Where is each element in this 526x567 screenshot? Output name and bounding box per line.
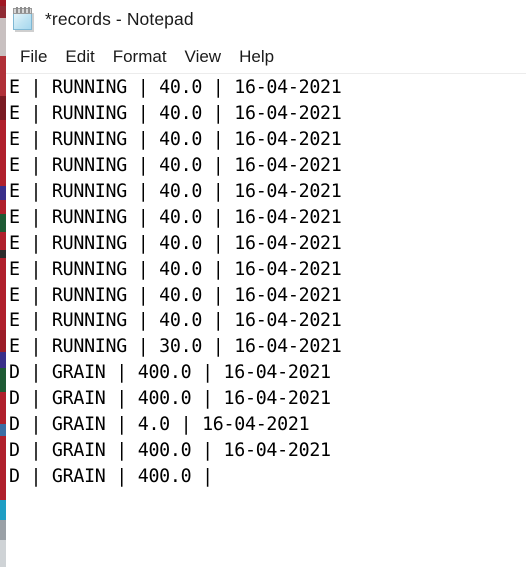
editor-line: E | RUNNING | 30.0 | 16-04-2021 <box>9 336 342 358</box>
editor-line: E | RUNNING | 40.0 | 16-04-2021 <box>9 232 342 254</box>
editor-line: E | RUNNING | 40.0 | 16-04-2021 <box>9 154 342 176</box>
editor-text-content[interactable]: E | RUNNING | 40.0 | 16-04-2021 E | RUNNI… <box>9 75 342 490</box>
editor-line: E | RUNNING | 40.0 | 16-04-2021 <box>9 310 342 332</box>
menu-item-file[interactable]: File <box>11 46 56 68</box>
menu-item-view[interactable]: View <box>176 46 231 68</box>
editor-line: E | RUNNING | 40.0 | 16-04-2021 <box>9 258 342 280</box>
editor-line: D | GRAIN | 400.0 | <box>9 466 213 488</box>
menu-item-edit[interactable]: Edit <box>56 46 103 68</box>
notepad-window: *records - Notepad File Edit Format View… <box>6 0 526 567</box>
editor-line: E | RUNNING | 40.0 | 16-04-2021 <box>9 102 342 124</box>
editor-line: D | GRAIN | 400.0 | 16-04-2021 <box>9 362 331 384</box>
text-editor-area[interactable]: E | RUNNING | 40.0 | 16-04-2021 E | RUNNI… <box>6 74 526 567</box>
menu-item-help[interactable]: Help <box>230 46 283 68</box>
editor-line: E | RUNNING | 40.0 | 16-04-2021 <box>9 180 342 202</box>
notepad-icon <box>12 7 36 33</box>
menu-bar: File Edit Format View Help <box>6 40 526 73</box>
editor-line: E | RUNNING | 40.0 | 16-04-2021 <box>9 128 342 150</box>
editor-line: D | GRAIN | 400.0 | 16-04-2021 <box>9 388 331 410</box>
editor-line: E | RUNNING | 40.0 | 16-04-2021 <box>9 206 342 228</box>
editor-line: E | RUNNING | 40.0 | 16-04-2021 <box>9 284 342 306</box>
window-title: *records - Notepad <box>45 9 194 30</box>
menu-item-format[interactable]: Format <box>104 46 176 68</box>
editor-line: D | GRAIN | 400.0 | 16-04-2021 <box>9 440 331 462</box>
editor-line: E | RUNNING | 40.0 | 16-04-2021 <box>9 77 342 98</box>
title-bar[interactable]: *records - Notepad <box>6 0 526 40</box>
editor-line: D | GRAIN | 4.0 | 16-04-2021 <box>9 414 310 436</box>
